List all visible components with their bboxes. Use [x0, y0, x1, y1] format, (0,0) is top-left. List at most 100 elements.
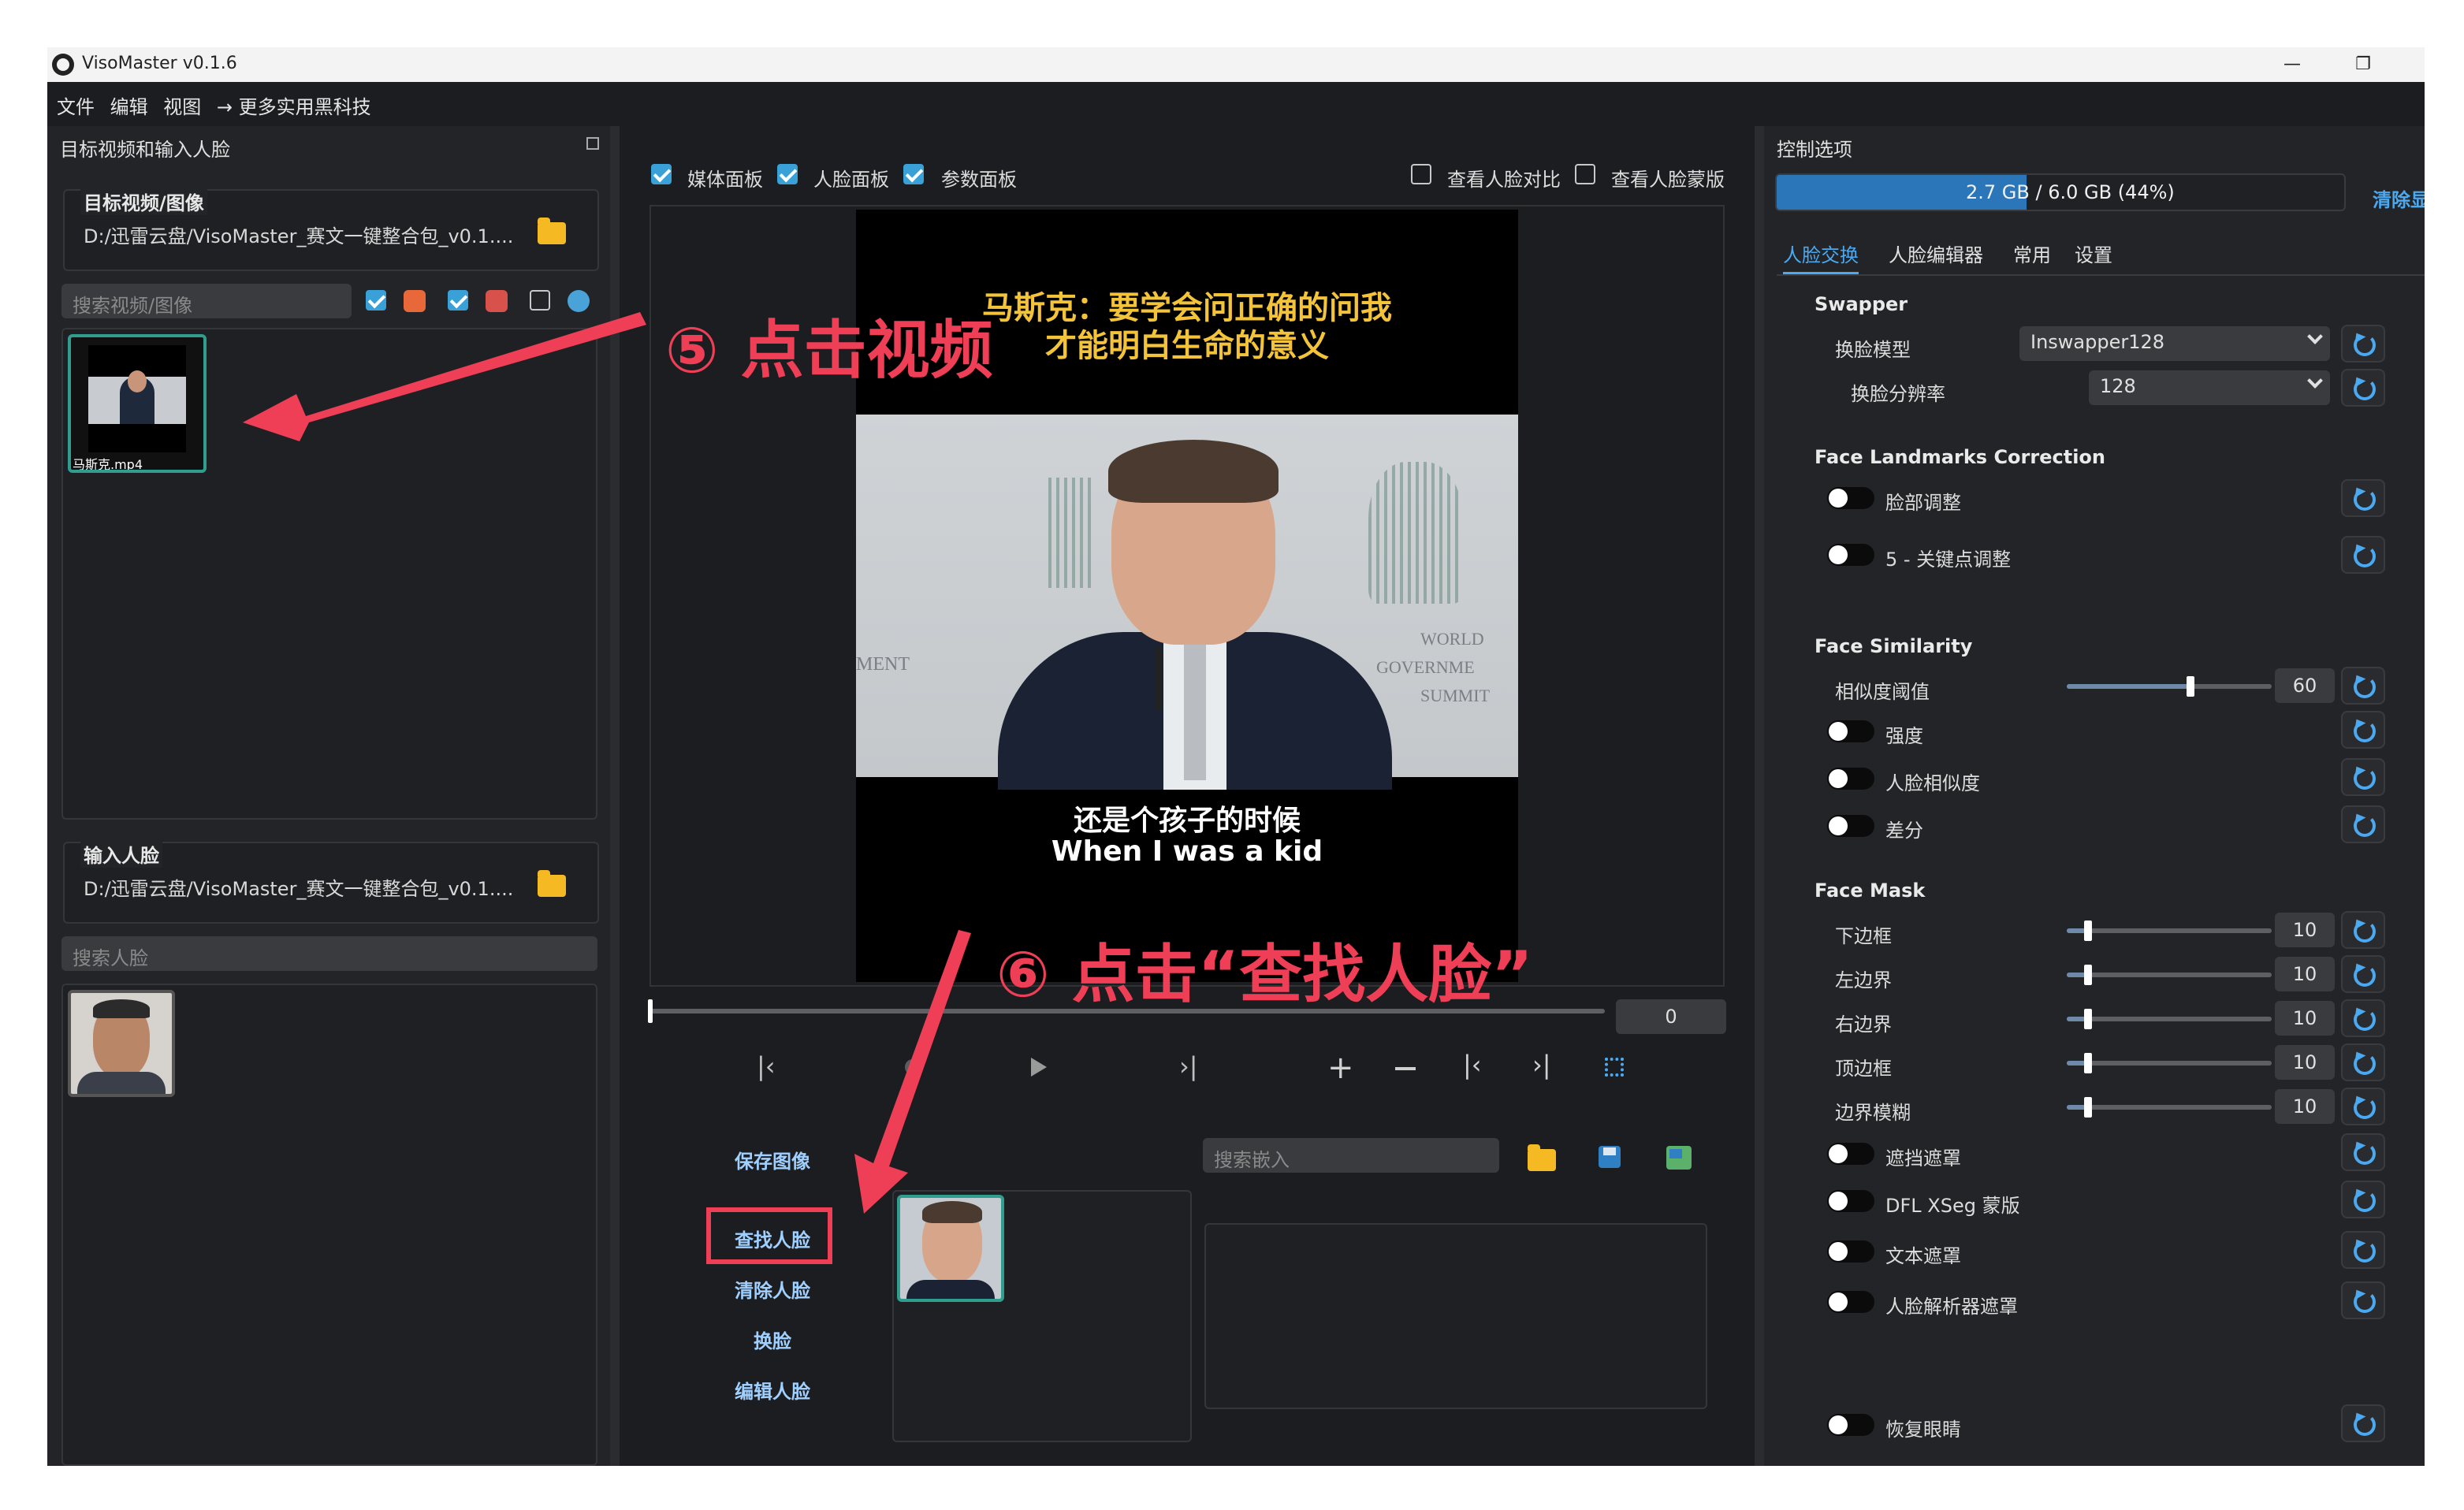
face-similarity-toggle[interactable]	[1827, 768, 1874, 790]
right-border-value[interactable]: 10	[2275, 1001, 2335, 1036]
input-face-thumbnail[interactable]	[68, 990, 175, 1097]
tab-face-editor[interactable]: 人脸编辑器	[1889, 240, 1983, 267]
left-border-value[interactable]: 10	[2275, 957, 2335, 991]
next-marker-icon[interactable]: ›|	[1179, 1051, 1198, 1081]
media-panel-checkbox[interactable]	[651, 164, 672, 184]
reset-icon[interactable]	[2341, 711, 2385, 749]
reset-icon[interactable]	[2341, 536, 2385, 574]
add-marker-icon[interactable]: +	[1327, 1050, 1354, 1086]
border-blur-slider[interactable]	[2067, 1105, 2272, 1110]
frame-number-input[interactable]: 0	[1616, 999, 1726, 1034]
similarity-threshold-handle[interactable]	[2187, 676, 2194, 697]
save-embedding-as-icon[interactable]	[1666, 1146, 1692, 1170]
reset-icon[interactable]	[2341, 1133, 2385, 1171]
reset-icon[interactable]	[2341, 1043, 2385, 1081]
filter-videos-checkbox[interactable]	[448, 290, 468, 311]
folder-icon[interactable]	[538, 218, 566, 244]
menu-edit[interactable]: 编辑	[101, 85, 148, 119]
undock-icon[interactable]	[586, 137, 599, 150]
reset-icon[interactable]	[2341, 479, 2385, 517]
right-border-slider[interactable]	[2067, 1017, 2272, 1021]
clear-faces-button[interactable]: 清除人脸	[735, 1275, 810, 1303]
menu-view[interactable]: 视图	[154, 85, 201, 119]
play-icon[interactable]	[1031, 1058, 1047, 1077]
jump-start-icon[interactable]: |‹	[1463, 1050, 1482, 1080]
left-border-label: 左边界	[1835, 969, 1892, 991]
minimize-icon[interactable]: —	[2276, 50, 2308, 79]
differential-toggle[interactable]	[1827, 815, 1874, 837]
reset-icon[interactable]	[2341, 1404, 2385, 1442]
bottom-border-value[interactable]: 10	[2275, 913, 2335, 947]
left-border-handle[interactable]	[2084, 965, 2092, 985]
tab-face-swap[interactable]: 人脸交换	[1783, 240, 1859, 275]
bottom-border-handle[interactable]	[2084, 921, 2092, 941]
right-border-handle[interactable]	[2084, 1009, 2092, 1029]
timeline-handle[interactable]	[648, 999, 653, 1023]
keypoint-adjust-toggle[interactable]	[1827, 544, 1874, 566]
face-compare-checkbox[interactable]	[1411, 164, 1431, 184]
remove-marker-icon[interactable]	[1395, 1067, 1416, 1070]
video-filter-icon	[486, 290, 508, 312]
reset-icon[interactable]	[2341, 805, 2385, 843]
reset-icon[interactable]	[2341, 369, 2385, 407]
find-faces-highlight	[706, 1207, 832, 1264]
open-embedding-folder-icon[interactable]	[1528, 1144, 1556, 1171]
face-adjust-toggle[interactable]	[1827, 487, 1874, 509]
save-image-button[interactable]: 保存图像	[735, 1146, 810, 1173]
swap-faces-button[interactable]: 换脸	[754, 1326, 791, 1353]
reset-icon[interactable]	[2341, 955, 2385, 993]
tab-settings[interactable]: 设置	[2075, 240, 2112, 267]
reset-icon[interactable]	[2341, 758, 2385, 796]
reset-icon[interactable]	[2341, 1231, 2385, 1269]
occlusion-mask-toggle[interactable]	[1827, 1143, 1874, 1165]
reset-icon[interactable]	[2341, 667, 2385, 705]
fit-view-icon[interactable]	[1605, 1058, 1624, 1077]
filter-images-checkbox[interactable]	[366, 290, 386, 311]
tab-common[interactable]: 常用	[2013, 240, 2051, 267]
top-border-value[interactable]: 10	[2275, 1045, 2335, 1080]
input-face-path: D:/迅雷云盘/VisoMaster_赛文一键整合包_v0.1....	[84, 878, 514, 900]
params-panel-checkbox[interactable]	[903, 164, 924, 184]
reset-icon[interactable]	[2341, 999, 2385, 1037]
menu-more-tools[interactable]: → 更多实用黑科技	[207, 85, 371, 119]
save-embedding-icon[interactable]	[1599, 1146, 1621, 1168]
face-parser-mask-toggle[interactable]	[1827, 1291, 1874, 1313]
keypoint-adjust-label: 5 - 关键点调整	[1885, 549, 2012, 571]
face-panel-checkbox[interactable]	[777, 164, 798, 184]
dfl-xseg-toggle[interactable]	[1827, 1190, 1874, 1212]
text-mask-toggle[interactable]	[1827, 1240, 1874, 1263]
media-item-thumbnail[interactable]: 马斯克.mp4	[68, 334, 207, 473]
top-border-handle[interactable]	[2084, 1053, 2092, 1073]
filter-webcam-checkbox[interactable]	[530, 290, 550, 311]
search-embedding-input[interactable]: 搜索嵌入	[1203, 1138, 1499, 1173]
reset-icon[interactable]	[2341, 1088, 2385, 1125]
detected-face-thumbnail[interactable]	[897, 1195, 1004, 1302]
folder-icon[interactable]	[538, 870, 566, 897]
bottom-border-slider[interactable]	[2067, 928, 2272, 933]
video-scene-image: MENT WORLD GOVERNME SUMMIT	[856, 415, 1518, 790]
swap-resolution-dropdown[interactable]: 128	[2089, 370, 2330, 405]
clear-vram-button[interactable]: 清除显	[2373, 184, 2425, 212]
strength-toggle[interactable]	[1827, 720, 1874, 742]
search-media-input[interactable]: 搜索视频/图像	[61, 284, 352, 318]
reset-icon[interactable]	[2341, 1181, 2385, 1218]
top-border-slider[interactable]	[2067, 1061, 2272, 1066]
border-blur-value[interactable]: 10	[2275, 1089, 2335, 1124]
jump-end-icon[interactable]: ›|	[1532, 1050, 1551, 1080]
record-icon[interactable]	[905, 1059, 921, 1075]
swap-model-dropdown[interactable]: Inswapper128	[2019, 326, 2330, 361]
left-border-slider[interactable]	[2067, 973, 2272, 977]
border-blur-handle[interactable]	[2084, 1097, 2092, 1118]
restore-icon[interactable]: ❐	[2347, 50, 2379, 79]
prev-marker-icon[interactable]: |‹	[757, 1051, 776, 1081]
similarity-threshold-value[interactable]: 60	[2275, 668, 2335, 703]
restore-eyes-toggle[interactable]	[1827, 1414, 1874, 1436]
reset-icon[interactable]	[2341, 1281, 2385, 1319]
face-mask-view-checkbox[interactable]	[1575, 164, 1595, 184]
menu-file[interactable]: 文件	[47, 85, 95, 119]
media-item-label: 马斯克.mp4	[73, 457, 143, 472]
reset-icon[interactable]	[2341, 911, 2385, 949]
search-face-input[interactable]: 搜索人脸	[61, 936, 597, 971]
reset-icon[interactable]	[2341, 325, 2385, 363]
edit-faces-button[interactable]: 编辑人脸	[735, 1376, 810, 1404]
